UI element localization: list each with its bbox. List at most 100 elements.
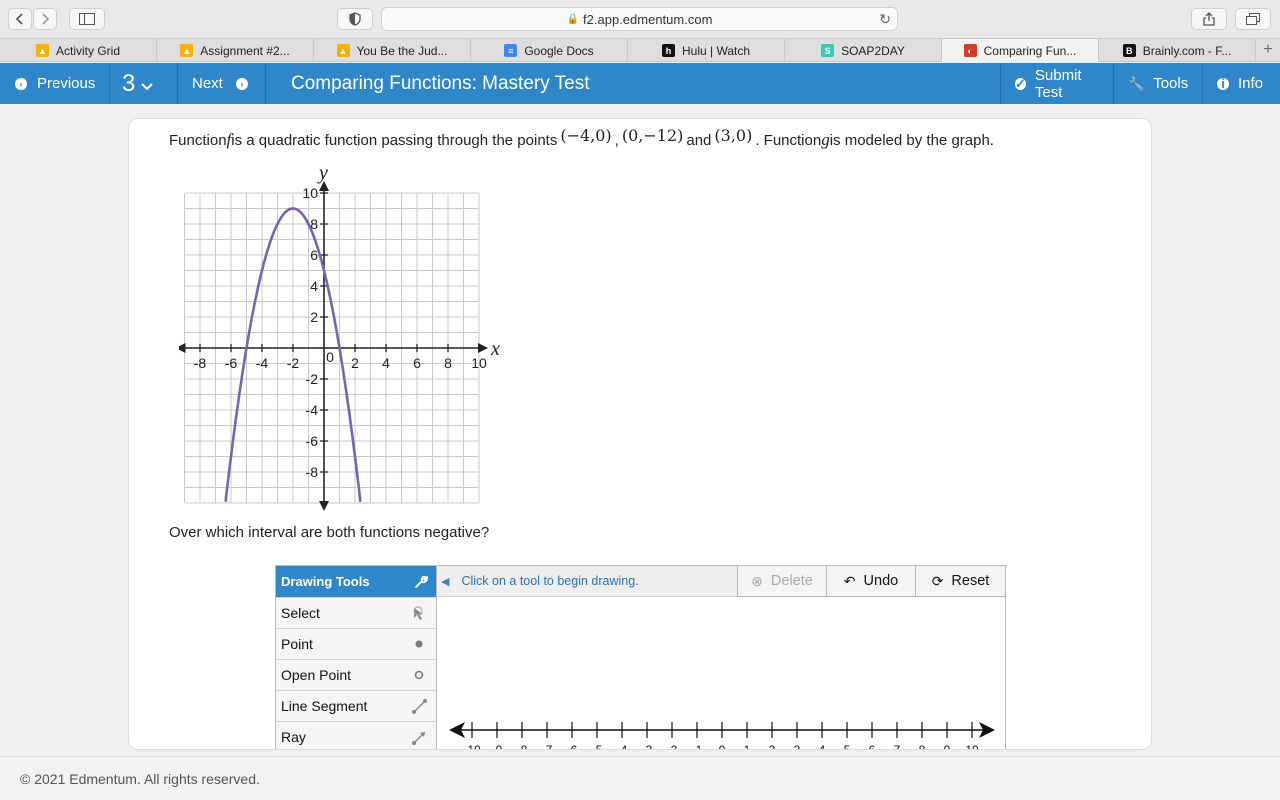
lock-icon: 🔒 (566, 13, 580, 25)
number-line-label: -10 (463, 743, 481, 750)
number-line-label: -6 (567, 743, 578, 750)
info-label: Info (1238, 75, 1264, 92)
x-tick-label: 0 (326, 349, 334, 365)
address-bar[interactable]: 🔒 f2.app.edmentum.com ↻ (381, 7, 898, 31)
previous-button[interactable]: ‹ Previous (0, 63, 110, 104)
y-axis-arrow-down (319, 501, 329, 511)
reload-icon[interactable]: ↻ (879, 11, 891, 28)
page-title: Comparing Functions: Mastery Test (291, 72, 590, 94)
number-line-label: 3 (794, 743, 801, 750)
browser-tab[interactable]: ◐ Comparing Fun... (942, 39, 1099, 62)
new-tab-button[interactable]: + (1256, 39, 1280, 61)
check-circle-icon: ✓ (1015, 75, 1026, 91)
wrench-icon (415, 575, 428, 588)
tools-button[interactable]: 🔧 Tools (1113, 63, 1202, 104)
question-text-part: is modeled by the graph. (829, 131, 994, 149)
number-line[interactable]: -10 -9 -8 -7 -6 -5 -4 -3 -2 -1 0 1 2 3 4 5 6 7 8 9 10 (437, 711, 1005, 750)
next-button[interactable]: Next › (178, 63, 266, 104)
browser-tab[interactable]: S SOAP2DAY (785, 39, 942, 62)
tool-ray[interactable]: Ray (276, 721, 436, 749)
tab-label: Assignment #2... (200, 43, 290, 58)
shield-icon (349, 12, 361, 26)
browser-tab[interactable]: B Brainly.com - F... (1099, 39, 1256, 62)
question-text-part: Function (169, 131, 227, 149)
x-tick-label: 2 (351, 355, 359, 371)
tab-label: Brainly.com - F... (1142, 43, 1232, 58)
number-line-label: -2 (667, 743, 678, 750)
share-button[interactable] (1191, 8, 1227, 30)
number-line-label: -8 (517, 743, 528, 750)
refresh-icon: ⟳ (931, 572, 944, 589)
favicon-icon: ◐ (963, 44, 977, 57)
browser-tab[interactable]: ▲ You Be the Jud... (314, 39, 471, 62)
number-line-label: 9 (944, 743, 951, 750)
chevron-down-icon (141, 82, 154, 90)
number-line-label: 6 (869, 743, 876, 750)
x-tick-label: -6 (225, 355, 238, 371)
favicon-icon: ≡ (504, 44, 518, 57)
y-tick-label: -2 (306, 371, 319, 387)
forward-button[interactable] (33, 8, 57, 30)
browser-tab[interactable]: ▲ Activity Grid (0, 39, 157, 62)
drawing-canvas[interactable]: ◀ Click on a tool to begin drawing. ⊗ De… (437, 565, 1006, 750)
wrench-icon: 🔧 (1128, 75, 1145, 91)
undo-button[interactable]: ↶ Undo (826, 566, 915, 597)
reset-button[interactable]: ⟳ Reset (915, 566, 1005, 597)
y-tick-label: -4 (306, 402, 319, 418)
favicon-icon: ▲ (35, 44, 49, 57)
number-line-label: 2 (769, 743, 776, 750)
info-button[interactable]: i Info (1202, 63, 1280, 104)
info-circle-icon: i (1217, 76, 1229, 91)
x-tick-label: 6 (413, 355, 421, 371)
delete-button[interactable]: ⊗ Delete (737, 566, 826, 597)
x-tick-label: 8 (444, 355, 452, 371)
browser-tab-bar: ▲ Activity Grid ▲ Assignment #2... ▲ You Be t… (0, 38, 1280, 62)
tool-line-segment[interactable]: Line Segment (276, 690, 436, 721)
question-text: Function f is a quadratic function passi… (169, 123, 994, 157)
close-circle-icon: ⊗ (751, 572, 763, 589)
arrow-left-circle-icon: ‹ (15, 77, 27, 90)
number-line-label: 7 (894, 743, 901, 750)
tab-label: Activity Grid (55, 43, 120, 58)
x-tick-label: 10 (471, 355, 487, 371)
undo-icon: ↶ (843, 572, 856, 589)
sidebar-toggle-button[interactable] (69, 8, 105, 30)
drawing-tools-header: Drawing Tools (276, 566, 436, 597)
number-line-label: -5 (592, 743, 603, 750)
previous-label: Previous (37, 75, 96, 92)
favicon-icon: ▲ (336, 44, 350, 57)
share-icon (1203, 12, 1215, 26)
browser-tab[interactable]: h Hulu | Watch (628, 39, 785, 62)
collapse-arrow-icon[interactable]: ◀ (441, 575, 449, 588)
chevron-right-icon (42, 13, 50, 25)
question-number-dropdown[interactable]: 3 (110, 63, 178, 104)
favicon-icon: S (821, 44, 835, 57)
open-dot-icon (414, 670, 424, 679)
browser-tab[interactable]: ▲ Assignment #2... (157, 39, 314, 62)
x-tick-label: -8 (194, 355, 207, 371)
tool-select[interactable]: Select (276, 597, 436, 628)
number-line-label: -7 (542, 743, 553, 750)
number-line-label: 1 (744, 743, 751, 750)
tool-point[interactable]: Point (276, 628, 436, 659)
select-cursor-icon (413, 605, 423, 620)
privacy-report-button[interactable] (337, 8, 373, 30)
chevron-left-icon (15, 13, 23, 25)
x-tick-label: -2 (287, 355, 300, 371)
reset-label: Reset (951, 573, 990, 589)
submit-test-button[interactable]: ✓ Submit Test (1000, 63, 1113, 104)
url-text: f2.app.edmentum.com (583, 11, 713, 27)
question-text-part: is a quadratic function passing through … (231, 131, 558, 149)
drawing-tools-title: Drawing Tools (281, 574, 370, 589)
tool-open-point[interactable]: Open Point (276, 659, 436, 690)
arrow-right-circle-icon: › (235, 77, 248, 90)
tab-overview-button[interactable] (1235, 8, 1271, 30)
browser-tab[interactable]: ≡ Google Docs (471, 39, 628, 62)
drawing-hint: ◀ Click on a tool to begin drawing. (437, 566, 737, 597)
app-header: ‹ Previous 3 Next › Comparing Functions:… (0, 63, 1280, 104)
footer: © 2021 Edmentum. All rights reserved. (0, 756, 1280, 800)
back-button[interactable] (8, 8, 32, 30)
undo-label: Undo (863, 573, 899, 589)
y-tick-label: -8 (306, 464, 319, 480)
tool-label: Select (281, 605, 320, 621)
